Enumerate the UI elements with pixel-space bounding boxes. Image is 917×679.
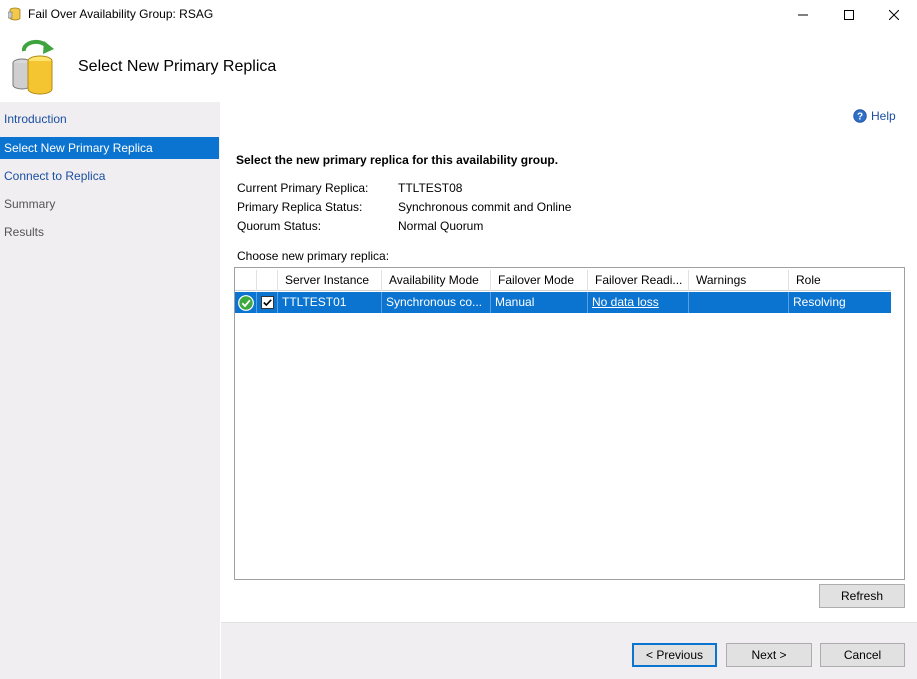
grid-header: Server Instance Availability Mode Failov…: [235, 270, 891, 291]
minimize-icon: [798, 14, 808, 15]
failover-readiness-cell: No data loss: [588, 292, 689, 313]
server-instance-cell: TTLTEST01: [278, 292, 382, 313]
current-primary-replica-value: TTLTEST08: [398, 181, 463, 195]
help-link[interactable]: ? Help: [853, 109, 896, 123]
database-failover-icon: [12, 39, 54, 95]
column-header-server-instance[interactable]: Server Instance: [278, 270, 382, 291]
quorum-status-value: Normal Quorum: [398, 219, 484, 233]
main-content: ? Help Select the new primary replica fo…: [221, 102, 917, 622]
sidebar-item-summary: Summary: [4, 197, 56, 211]
help-label: Help: [871, 109, 896, 123]
checkbox-checked-icon[interactable]: [260, 296, 274, 309]
role-cell: Resolving: [793, 295, 846, 309]
primary-replica-status-value: Synchronous commit and Online: [398, 200, 572, 214]
availability-mode-cell: Synchronous co...: [382, 292, 491, 313]
current-primary-replica-label: Current Primary Replica:: [237, 181, 369, 195]
quorum-status-label: Quorum Status:: [237, 219, 322, 233]
wizard-header: Select New Primary Replica: [0, 29, 917, 102]
help-icon: ?: [853, 109, 867, 123]
column-header-failover-readiness[interactable]: Failover Readi...: [588, 270, 689, 291]
wizard-footer: < Previous Next > Cancel: [221, 622, 917, 679]
failover-mode-cell: Manual: [491, 292, 588, 313]
status-cell: [235, 292, 257, 313]
database-icon: [8, 7, 21, 21]
select-cell[interactable]: [257, 292, 278, 313]
previous-button[interactable]: < Previous: [632, 643, 717, 667]
replica-grid[interactable]: Server Instance Availability Mode Failov…: [234, 267, 905, 580]
sidebar-item-connect-to-replica[interactable]: Connect to Replica: [0, 165, 219, 187]
sidebar-item-introduction[interactable]: Introduction: [0, 108, 219, 130]
column-header-select[interactable]: [257, 270, 278, 291]
svg-text:?: ?: [857, 112, 863, 123]
cancel-button[interactable]: Cancel: [820, 643, 905, 667]
maximize-button[interactable]: [826, 0, 872, 29]
next-button[interactable]: Next >: [726, 643, 812, 667]
warnings-cell: [689, 292, 789, 313]
column-header-role[interactable]: Role: [789, 270, 891, 291]
wizard-steps-sidebar: Introduction Select New Primary Replica …: [0, 102, 220, 679]
minimize-button[interactable]: [780, 0, 826, 29]
refresh-button[interactable]: Refresh: [819, 584, 905, 608]
close-button[interactable]: [871, 0, 917, 29]
green-check-icon: [237, 294, 254, 311]
column-header-warnings[interactable]: Warnings: [689, 270, 789, 291]
sidebar-item-results: Results: [4, 225, 45, 239]
title-bar: Fail Over Availability Group: RSAG: [0, 0, 917, 29]
sidebar-item-select-new-primary-replica[interactable]: Select New Primary Replica: [0, 137, 219, 159]
choose-replica-label: Choose new primary replica:: [237, 249, 390, 263]
maximize-icon: [844, 9, 854, 20]
close-icon: [889, 9, 899, 20]
page-title: Select New Primary Replica: [78, 58, 277, 75]
table-row[interactable]: TTLTEST01 Synchronous co... Manual No da…: [235, 292, 891, 313]
column-header-availability-mode[interactable]: Availability Mode: [382, 270, 491, 291]
instruction-text: Select the new primary replica for this …: [236, 153, 559, 167]
column-header-status[interactable]: [235, 270, 257, 291]
failover-readiness-link[interactable]: No data loss: [592, 295, 659, 309]
column-header-failover-mode[interactable]: Failover Mode: [491, 270, 588, 291]
primary-replica-status-label: Primary Replica Status:: [237, 200, 363, 214]
window-title: Fail Over Availability Group: RSAG: [28, 7, 214, 21]
